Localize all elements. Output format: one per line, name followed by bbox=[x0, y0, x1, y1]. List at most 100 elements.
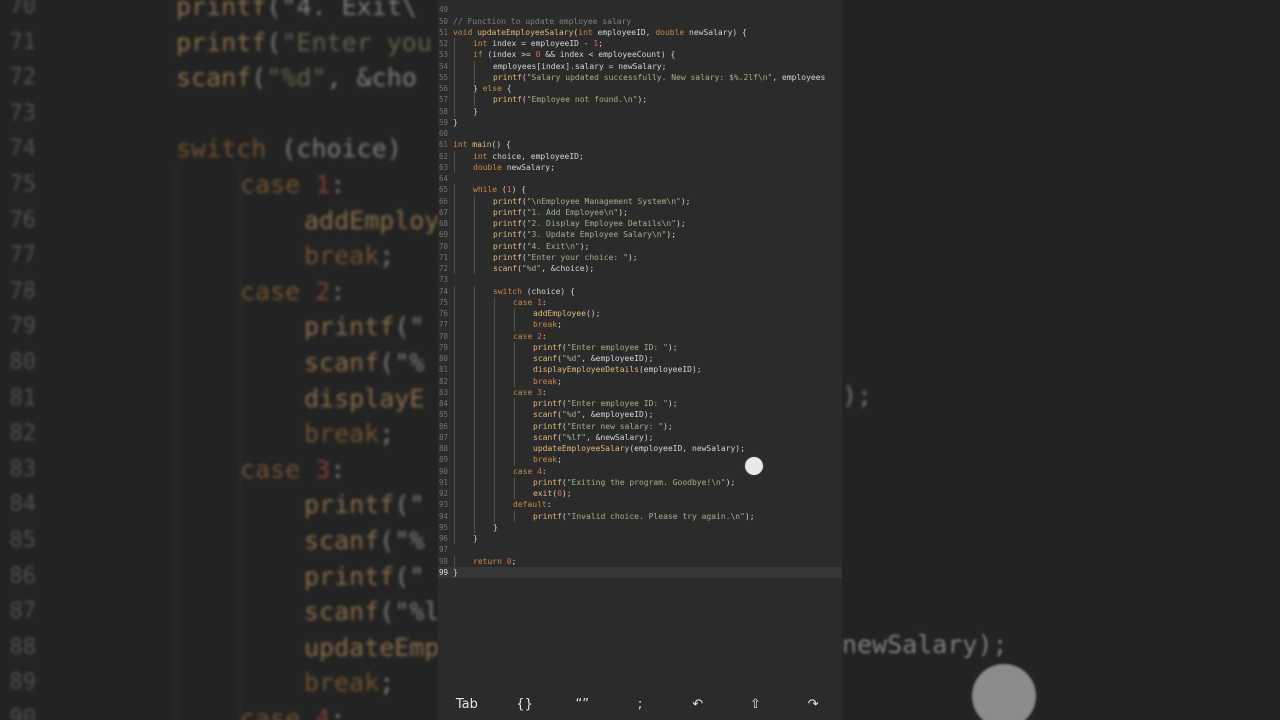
line-number: 87 bbox=[438, 432, 448, 442]
indent-guide bbox=[454, 49, 455, 61]
code-line-77[interactable]: 77 break; bbox=[438, 319, 842, 331]
quotes-key-button[interactable]: “” bbox=[553, 690, 611, 720]
background-line-73: 73 bbox=[0, 96, 440, 132]
code-line-91[interactable]: 91 printf("Exiting the program. Goodbye!\… bbox=[438, 476, 842, 489]
line-number: 90 bbox=[438, 466, 448, 476]
touch-indicator bbox=[745, 457, 763, 475]
background-code-text: printf("Enter you bbox=[176, 27, 432, 57]
code-line-78[interactable]: 78 case 2: bbox=[438, 330, 842, 342]
code-line-79[interactable]: 79 printf("Enter employee ID: "); bbox=[438, 341, 842, 354]
code-line-80[interactable]: 80 scanf("%d", &employeeID); bbox=[438, 353, 842, 365]
code-line-63[interactable]: 63 double newSalary; bbox=[438, 161, 842, 174]
code-line-85[interactable]: 85 scanf("%d", &employeeID); bbox=[438, 409, 842, 421]
code-line-54[interactable]: 54 employees[index].salary = newSalary; bbox=[438, 60, 842, 72]
indent-guide bbox=[514, 488, 515, 500]
code-line-59[interactable]: 59} bbox=[438, 117, 842, 128]
code-line-72[interactable]: 72 scanf("%d", &choice); bbox=[438, 263, 842, 275]
code-line-92[interactable]: 92 exit(0); bbox=[438, 488, 842, 500]
indent-guide bbox=[474, 285, 475, 297]
code-text: int index = employeeID - 1; bbox=[473, 39, 604, 49]
code-line-60[interactable]: 60 bbox=[438, 128, 842, 139]
code-line-69[interactable]: 69 printf("3. Update Employee Salary\n"); bbox=[438, 229, 842, 241]
code-line-97[interactable]: 97 bbox=[438, 544, 842, 555]
code-line-49[interactable]: 49 bbox=[438, 4, 842, 15]
code-line-57[interactable]: 57 printf("Employee not found.\n"); bbox=[438, 94, 842, 106]
code-line-99[interactable]: 99} bbox=[438, 566, 842, 579]
code-line-51[interactable]: 51 void updateEmployeeSalary(int employee… bbox=[438, 27, 842, 38]
code-text: printf("3. Update Employee Salary\n"); bbox=[493, 230, 677, 240]
line-number: 72 bbox=[438, 264, 448, 274]
code-line-66[interactable]: 66 printf("\nEmployee Management System\n… bbox=[438, 195, 842, 207]
code-line-67[interactable]: 67 printf("1. Add Employee\n"); bbox=[438, 206, 842, 219]
line-number: 73 bbox=[438, 275, 448, 285]
indent-guide bbox=[454, 488, 455, 500]
code-line-68[interactable]: 68 printf("2. Display Employee Details\n"… bbox=[438, 218, 842, 230]
code-text: double newSalary; bbox=[473, 162, 555, 172]
code-line-65[interactable]: 65 while (1) { bbox=[438, 184, 842, 196]
code-line-94[interactable]: 94 printf("Invalid choice. Please try aga… bbox=[438, 510, 842, 522]
tab-key-button[interactable]: Tab bbox=[438, 690, 496, 720]
code-line-70[interactable]: 70 printf("4. Exit\n"); bbox=[438, 240, 842, 252]
background-line-76: 76 addEmploye bbox=[0, 203, 455, 239]
code-line-88[interactable]: 88 updateEmployeeSalary(employeeID, newSa… bbox=[438, 443, 842, 455]
indent-guide bbox=[474, 353, 475, 365]
code-line-81[interactable]: 81 displayEmployeeDetails(employeeID); bbox=[438, 364, 842, 376]
code-text: scanf("%d", &choice); bbox=[493, 264, 595, 274]
code-line-71[interactable]: 71 printf("Enter your choice: "); bbox=[438, 251, 842, 264]
undo-key-button[interactable]: ↶ bbox=[669, 690, 727, 720]
code-text: while (1) { bbox=[473, 185, 527, 195]
redo-key-button[interactable]: ↷ bbox=[784, 690, 842, 720]
code-line-73[interactable]: 73 bbox=[438, 274, 842, 285]
code-line-74[interactable]: 74 switch (choice) { bbox=[438, 285, 842, 297]
indent-guide bbox=[454, 420, 455, 432]
code-line-56[interactable]: 56} else { bbox=[438, 83, 842, 95]
code-line-61[interactable]: 61 int main() { bbox=[438, 139, 842, 150]
semicolon-key-button[interactable]: ; bbox=[611, 690, 669, 720]
indent-guide bbox=[454, 195, 455, 207]
code-line-93[interactable]: 93 default: bbox=[438, 499, 842, 511]
code-line-89[interactable]: 89 break; bbox=[438, 454, 842, 466]
braces-key-button[interactable]: {} bbox=[496, 690, 554, 720]
shift-key-button[interactable]: ⇧ bbox=[727, 690, 785, 720]
code-line-62[interactable]: 62 int choice, employeeID; bbox=[438, 150, 842, 162]
code-line-95[interactable]: 95} bbox=[438, 521, 842, 534]
background-code-text: addEmploye bbox=[304, 205, 455, 235]
code-line-84[interactable]: 84 printf("Enter employee ID: "); bbox=[438, 398, 842, 410]
indent-guide bbox=[454, 83, 455, 95]
code-line-58[interactable]: 58} bbox=[438, 105, 842, 117]
indent-guide bbox=[474, 398, 475, 410]
code-text: } bbox=[473, 106, 478, 116]
code-line-64[interactable]: 64 bbox=[438, 173, 842, 184]
code-line-82[interactable]: 82 break; bbox=[438, 375, 842, 387]
code-line-83[interactable]: 83 case 3: bbox=[438, 386, 842, 399]
code-line-55[interactable]: 55 printf("Salary updated successfully. N… bbox=[438, 71, 842, 84]
line-number: 86 bbox=[438, 421, 448, 431]
line-number: 51 bbox=[438, 27, 448, 37]
indent-guide bbox=[454, 533, 455, 545]
line-number: 80 bbox=[438, 354, 448, 364]
code-line-50[interactable]: 50 // Function to update employee salary bbox=[438, 16, 842, 27]
indent-guide bbox=[474, 60, 475, 72]
code-line-90[interactable]: 90 case 4: bbox=[438, 465, 842, 477]
line-number: 97 bbox=[438, 545, 448, 555]
code-area[interactable]: 49 50 // Function to update employee salar… bbox=[438, 0, 842, 690]
code-line-86[interactable]: 86 printf("Enter new salary: "); bbox=[438, 420, 842, 432]
code-line-98[interactable]: 98 return 0; bbox=[438, 555, 842, 567]
code-line-76[interactable]: 76 addEmployee(); bbox=[438, 308, 842, 320]
line-number: 63 bbox=[438, 162, 448, 172]
background-code-text: scanf("% bbox=[304, 348, 425, 377]
code-line-75[interactable]: 75 case 1: bbox=[438, 296, 842, 309]
code-line-53[interactable]: 53 if (index >= 0 && index < employeeCoun… bbox=[438, 49, 842, 61]
line-number: 56 bbox=[438, 84, 448, 94]
line-number: 89 bbox=[438, 455, 448, 465]
code-line-87[interactable]: 87 scanf("%lf", &newSalary); bbox=[438, 431, 842, 444]
background-line-90: 90 case 4: bbox=[0, 701, 440, 720]
background-fragment-81: ); bbox=[842, 381, 873, 410]
code-line-96[interactable]: 96} bbox=[438, 533, 842, 545]
background-code-text: scanf("%l bbox=[304, 597, 440, 627]
indent-guide bbox=[474, 476, 475, 489]
code-line-52[interactable]: 52 int index = employeeID - 1; bbox=[438, 38, 842, 50]
line-number: 60 bbox=[438, 129, 448, 139]
indent-guide bbox=[474, 364, 475, 376]
background-code-text: switch (choice) bbox=[176, 134, 402, 164]
